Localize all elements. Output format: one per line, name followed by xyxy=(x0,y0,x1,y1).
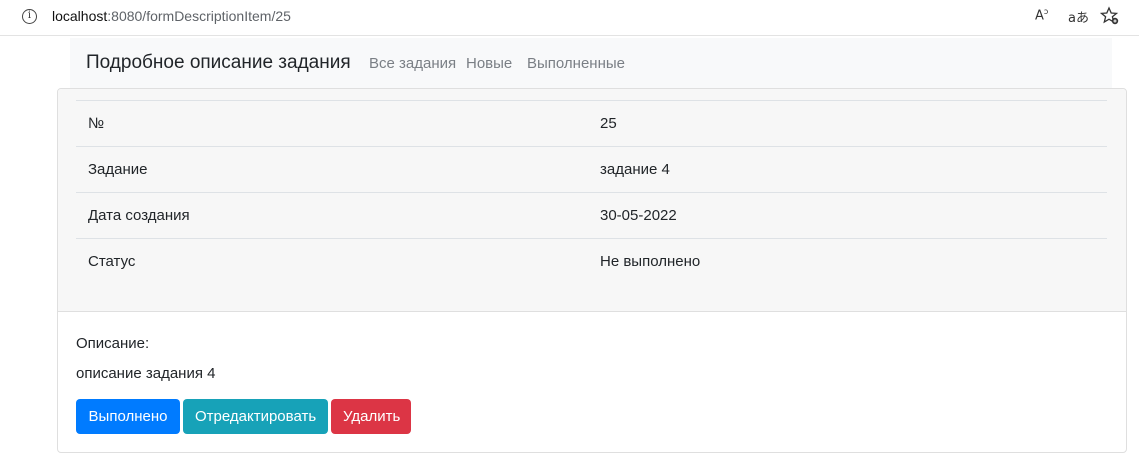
delete-button[interactable]: Удалить xyxy=(331,399,411,434)
nav-link-all-tasks[interactable]: Все задания xyxy=(369,55,456,72)
translate-icon[interactable]: aあ xyxy=(1068,7,1089,26)
favorites-icon[interactable] xyxy=(1100,6,1120,26)
description-text: описание задания 4 xyxy=(76,365,216,382)
mark-done-button[interactable]: Выполнено xyxy=(76,399,180,434)
nav-link-new[interactable]: Новые xyxy=(466,55,512,72)
row-value: 30-05-2022 xyxy=(588,192,1107,239)
row-label: Статус xyxy=(76,238,588,285)
table-row: Дата создания 30-05-2022 xyxy=(76,192,1107,239)
task-details-table: № 25 Задание задание 4 Дата создания 30-… xyxy=(76,100,1107,285)
task-details-header: № 25 Задание задание 4 Дата создания 30-… xyxy=(58,89,1126,312)
row-value: задание 4 xyxy=(588,146,1107,193)
navbar: Подробное описание задания Все задания Н… xyxy=(70,38,1112,88)
row-label: Дата создания xyxy=(76,192,588,239)
browser-address-bar: i localhost:8080/formDescriptionItem/25 … xyxy=(0,0,1139,36)
nav-link-completed[interactable]: Выполненные xyxy=(527,55,625,72)
navbar-brand[interactable]: Подробное описание задания xyxy=(86,52,351,74)
row-label: № xyxy=(76,100,588,147)
row-value: 25 xyxy=(588,100,1107,147)
url-text[interactable]: localhost:8080/formDescriptionItem/25 xyxy=(52,8,291,24)
table-row: Задание задание 4 xyxy=(76,146,1107,193)
row-label: Задание xyxy=(76,146,588,193)
table-row: № 25 xyxy=(76,100,1107,147)
read-aloud-icon[interactable]: Aↄ xyxy=(1035,7,1048,23)
task-card: № 25 Задание задание 4 Дата создания 30-… xyxy=(57,88,1127,453)
edit-button[interactable]: Отредактировать xyxy=(183,399,328,434)
row-value: Не выполнено xyxy=(588,238,1107,285)
table-row: Статус Не выполнено xyxy=(76,238,1107,285)
description-label: Описание: xyxy=(76,335,150,352)
info-icon[interactable]: i xyxy=(22,9,37,24)
